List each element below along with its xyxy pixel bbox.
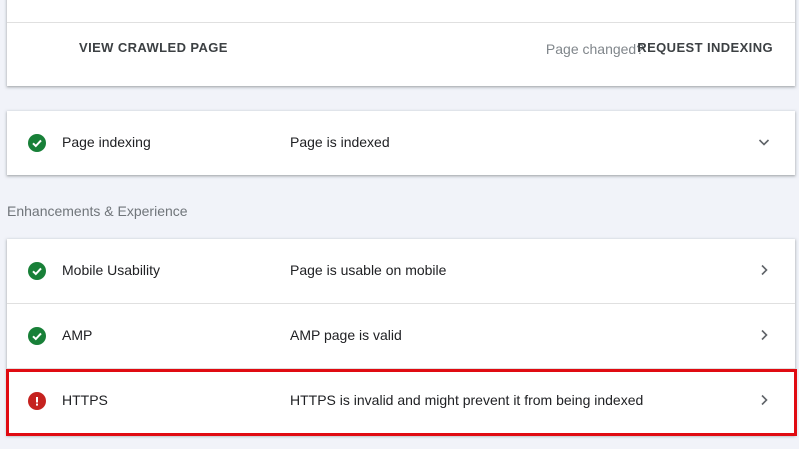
chevron-right-icon[interactable]	[757, 328, 771, 342]
enhancement-status: HTTPS is invalid and might prevent it fr…	[290, 392, 644, 408]
chevron-right-icon[interactable]	[757, 263, 771, 277]
enhancement-status: Page is usable on mobile	[290, 262, 447, 278]
check-circle-icon	[28, 134, 46, 152]
inspection-actions-card: VIEW CRAWLED PAGE Page changed? REQUEST …	[7, 0, 795, 86]
page-indexing-label: Page indexing	[62, 134, 151, 150]
enhancement-row-mobile-usability[interactable]: Mobile Usability Page is usable on mobil…	[7, 239, 795, 303]
enhancement-row-https[interactable]: HTTPS HTTPS is invalid and might prevent…	[7, 369, 795, 433]
enhancement-label: Mobile Usability	[62, 262, 161, 278]
chevron-right-icon[interactable]	[757, 393, 771, 407]
page-changed-text: Page changed?	[545, 41, 644, 57]
chevron-down-icon[interactable]	[757, 135, 771, 149]
page-indexing-row[interactable]: Page indexing Page is indexed	[7, 111, 795, 175]
view-crawled-page-button[interactable]: VIEW CRAWLED PAGE	[79, 40, 228, 55]
section-title: Enhancements & Experience	[7, 203, 188, 219]
actions-bar: VIEW CRAWLED PAGE Page changed? REQUEST …	[7, 23, 795, 86]
page-indexing-status: Page is indexed	[290, 134, 390, 150]
page-indexing-card[interactable]: Page indexing Page is indexed	[7, 111, 795, 175]
enhancement-row-amp[interactable]: AMP AMP page is valid	[7, 304, 795, 368]
enhancement-label: AMP	[62, 327, 93, 343]
check-circle-icon	[28, 327, 46, 345]
error-icon	[28, 392, 46, 410]
enhancement-status: AMP page is valid	[290, 327, 402, 343]
enhancements-card: Mobile Usability Page is usable on mobil…	[7, 239, 795, 435]
enhancement-label: HTTPS	[62, 392, 108, 408]
check-circle-icon	[28, 262, 46, 280]
request-indexing-button[interactable]: REQUEST INDEXING	[637, 40, 773, 55]
